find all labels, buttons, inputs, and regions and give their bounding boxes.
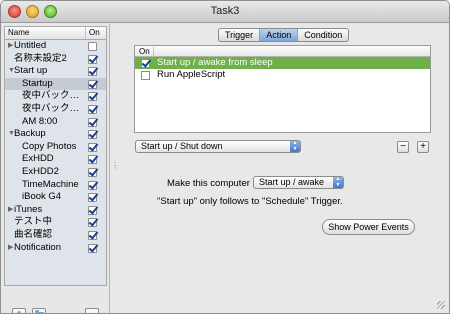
make-computer-label: Make this computer <box>167 178 250 189</box>
sidebar: Name On ▶ Untitled 名称未設定2 ▼ Start up Startup 夜… <box>1 24 110 313</box>
task-row[interactable]: ▶ Notification <box>5 242 106 255</box>
disclosure-collapsed-icon[interactable]: ▶ <box>8 242 13 255</box>
column-header-on[interactable]: On <box>139 46 150 57</box>
action-row[interactable]: Run AppleScript <box>135 69 430 81</box>
tab-bar: Trigger Action Condition <box>218 28 350 42</box>
task-label: iBook G4 <box>22 191 62 203</box>
task-row[interactable]: ▼ Start up <box>5 65 106 78</box>
task-label: Copy Photos <box>22 140 77 152</box>
task-enabled-checkbox[interactable] <box>88 205 97 215</box>
task-label: Start up <box>14 65 48 77</box>
task-enabled-checkbox[interactable] <box>88 79 97 89</box>
action-label: Start up / awake from sleep <box>157 57 273 68</box>
action-row[interactable]: Start up / awake from sleep <box>135 57 430 69</box>
disclosure-collapsed-icon[interactable]: ▶ <box>8 204 13 217</box>
task-enabled-checkbox[interactable] <box>88 243 97 253</box>
action-list-header: On <box>135 46 430 57</box>
task-label: 名称未設定2 <box>14 52 67 64</box>
task-enabled-checkbox[interactable] <box>88 142 97 152</box>
task-enabled-checkbox[interactable] <box>88 155 97 165</box>
task-row[interactable]: ExHDD2 <box>5 166 106 179</box>
folder-icon <box>35 310 44 313</box>
add-action-button[interactable]: + <box>417 141 429 153</box>
task-enabled-checkbox[interactable] <box>88 54 97 64</box>
window-title: Task3 <box>210 5 240 17</box>
power-mode-value: Start up / awake <box>259 177 325 187</box>
schedule-note: "Start up" only follows to "Schedule" Tr… <box>157 196 343 207</box>
task-row[interactable]: ExHDD <box>5 153 106 166</box>
task-label: Untitled <box>14 40 47 51</box>
action-enabled-checkbox[interactable] <box>141 59 150 68</box>
task-row[interactable]: ▶ iTunes <box>5 204 106 217</box>
action-label: Run AppleScript <box>157 69 226 80</box>
tab-condition[interactable]: Condition <box>298 29 348 41</box>
task-label: TimeMachine <box>22 178 79 190</box>
task-label: Backup <box>14 128 46 140</box>
task-label: ExHDD2 <box>22 165 59 177</box>
task-row[interactable]: TimeMachine <box>5 179 106 192</box>
tab-trigger[interactable]: Trigger <box>219 29 261 41</box>
task-enabled-checkbox[interactable] <box>88 218 97 228</box>
column-header-on[interactable]: On <box>85 27 106 39</box>
column-header-name[interactable]: Name <box>8 27 29 39</box>
task-enabled-checkbox[interactable] <box>88 42 97 51</box>
task-label: AM 8:00 <box>22 115 58 127</box>
task-row[interactable]: iBook G4 <box>5 191 106 204</box>
task-row[interactable]: Startup <box>5 77 106 91</box>
task-row[interactable]: 曲名確認 <box>5 229 106 242</box>
task-enabled-checkbox[interactable] <box>88 230 97 240</box>
task-label: 曲名確認 <box>14 228 53 240</box>
task-enabled-checkbox[interactable] <box>88 167 97 177</box>
task-row[interactable]: 夜中バック… <box>5 90 106 103</box>
tab-action[interactable]: Action <box>260 29 299 41</box>
task-label: 夜中バック… <box>22 102 80 114</box>
task-enabled-checkbox[interactable] <box>88 117 97 127</box>
task-rows: ▶ Untitled 名称未設定2 ▼ Start up Startup 夜中バック… 夜中バ… <box>5 40 106 254</box>
task-enabled-checkbox[interactable] <box>88 104 97 114</box>
main-window: Task3 Name On ▶ Untitled 名称未設定2 ▼ Start up St… <box>0 0 450 314</box>
task-label: Notification <box>14 241 61 253</box>
split-view-handle[interactable]: ⋮ <box>111 161 119 170</box>
task-row[interactable]: AM 8:00 <box>5 116 106 129</box>
action-enabled-checkbox[interactable] <box>141 71 150 80</box>
task-enabled-checkbox[interactable] <box>88 67 97 77</box>
task-label: ExHDD <box>22 153 54 165</box>
power-mode-popup[interactable]: Start up / awake ▲ ▼ <box>253 176 344 189</box>
task-list-header: Name On <box>5 27 106 40</box>
task-row[interactable]: 夜中バック… <box>5 103 106 116</box>
task-enabled-checkbox[interactable] <box>88 130 97 140</box>
task-enabled-checkbox[interactable] <box>88 180 97 190</box>
task-label: Startup <box>22 77 53 89</box>
column-separator <box>153 47 154 56</box>
show-power-events-button[interactable]: Show Power Events <box>322 219 415 235</box>
resize-grip-icon[interactable] <box>437 301 445 309</box>
disclosure-collapsed-icon[interactable]: ▶ <box>8 40 13 53</box>
popup-arrows-icon: ▲ ▼ <box>333 176 343 188</box>
remove-task-button[interactable]: − <box>85 308 99 313</box>
add-task-button[interactable]: + <box>12 308 26 313</box>
task-row[interactable]: 名称未設定2 <box>5 53 106 66</box>
task-label: テスト中 <box>14 216 53 228</box>
popup-arrows-icon: ▲ ▼ <box>290 140 300 152</box>
task-row[interactable]: テスト中 <box>5 216 106 229</box>
title-bar: Task3 <box>1 1 449 23</box>
task-enabled-checkbox[interactable] <box>88 92 97 102</box>
task-row[interactable]: ▼ Backup <box>5 128 106 141</box>
task-row[interactable]: ▶ Untitled <box>5 40 106 53</box>
action-type-value: Start up / Shut down <box>141 141 223 151</box>
task-list[interactable]: Name On ▶ Untitled 名称未設定2 ▼ Start up Startup 夜… <box>4 26 107 286</box>
action-list[interactable]: On Start up / awake from sleep Run Apple… <box>134 45 431 133</box>
task-label: 夜中バック… <box>22 90 80 102</box>
task-enabled-checkbox[interactable] <box>88 193 97 203</box>
remove-action-button[interactable]: − <box>397 141 409 153</box>
action-type-popup[interactable]: Start up / Shut down ▲ ▼ <box>135 140 301 153</box>
task-label: iTunes <box>14 203 43 215</box>
add-folder-button[interactable] <box>32 308 46 313</box>
task-row[interactable]: Copy Photos <box>5 141 106 154</box>
